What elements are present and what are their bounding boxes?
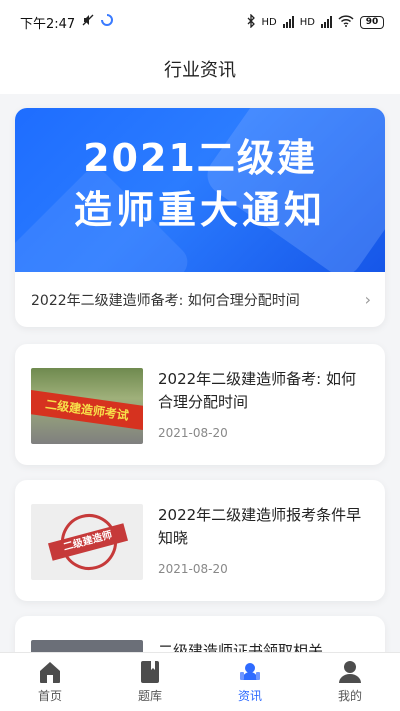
featured-caption: 2022年二级建造师备考: 如何合理分配时间	[31, 292, 300, 309]
featured-banner-image[interactable]: 2021二级建 造师重大通知	[15, 108, 385, 272]
tab-label: 资讯	[237, 689, 262, 703]
news-date: 2021-08-20	[158, 426, 228, 440]
news-title: 2022年二级建造师备考: 如何合理分配时间	[158, 370, 356, 411]
tab-label: 题库	[137, 689, 162, 703]
chevron-right-icon: ›	[364, 290, 371, 309]
bottom-tab-bar: 首页 题库 资讯 我的	[0, 652, 400, 711]
news-card[interactable]: 二级建造师考试 2022年二级建造师备考: 如何合理分配时间 2021-08-2…	[15, 344, 385, 465]
tab-label: 首页	[37, 689, 62, 703]
page-title: 行业资讯	[164, 60, 236, 81]
wifi-icon	[338, 14, 354, 30]
featured-article-card[interactable]: 2021二级建 造师重大通知 2022年二级建造师备考: 如何合理分配时间 ›	[15, 108, 385, 327]
banner-headline-line1: 2021二级建	[83, 136, 317, 180]
status-right: HD HD 90	[246, 12, 384, 31]
news-thumbnail: 二级建造师考试	[31, 368, 143, 444]
signal-icon	[282, 16, 294, 28]
loading-icon	[101, 14, 114, 30]
news-card[interactable]: 二级建造师证书领取相关	[15, 616, 385, 652]
tab-news[interactable]: 资讯	[200, 660, 300, 704]
battery-icon: 90	[360, 15, 384, 29]
tab-profile[interactable]: 我的	[300, 660, 400, 704]
network-tag-2: HD	[299, 16, 315, 28]
news-feed[interactable]: 2021二级建 造师重大通知 2022年二级建造师备考: 如何合理分配时间 › …	[0, 94, 400, 652]
news-title: 二级建造师证书领取相关	[158, 642, 324, 652]
news-title: 2022年二级建造师报考条件早知晓	[158, 506, 362, 547]
home-icon	[37, 660, 63, 684]
news-thumbnail	[31, 640, 143, 652]
banner-headline-line2: 造师重大通知	[73, 188, 326, 232]
signal-icon-2	[321, 16, 332, 28]
profile-icon	[338, 660, 362, 684]
tab-label: 我的	[337, 689, 362, 703]
book-icon	[139, 660, 161, 684]
featured-caption-row[interactable]: 2022年二级建造师备考: 如何合理分配时间 ›	[31, 272, 371, 327]
tab-question-bank[interactable]: 题库	[100, 660, 200, 704]
news-thumbnail: 二级建造师	[31, 504, 143, 580]
tab-home[interactable]: 首页	[0, 660, 100, 704]
bluetooth-icon	[246, 12, 256, 31]
network-tag-1: HD	[261, 16, 277, 28]
thumbnail-banner-text: 二级建造师考试	[31, 389, 143, 431]
status-left: 下午2:47	[20, 13, 114, 32]
app-header: 行业资讯	[0, 44, 400, 94]
mute-icon	[81, 13, 95, 31]
news-card[interactable]: 二级建造师 2022年二级建造师报考条件早知晓 2021-08-20	[15, 480, 385, 601]
status-time: 下午2:47	[20, 16, 76, 32]
status-bar: 下午2:47 HD HD 90	[0, 0, 400, 44]
news-date: 2021-08-20	[158, 562, 228, 576]
news-icon	[237, 660, 263, 684]
